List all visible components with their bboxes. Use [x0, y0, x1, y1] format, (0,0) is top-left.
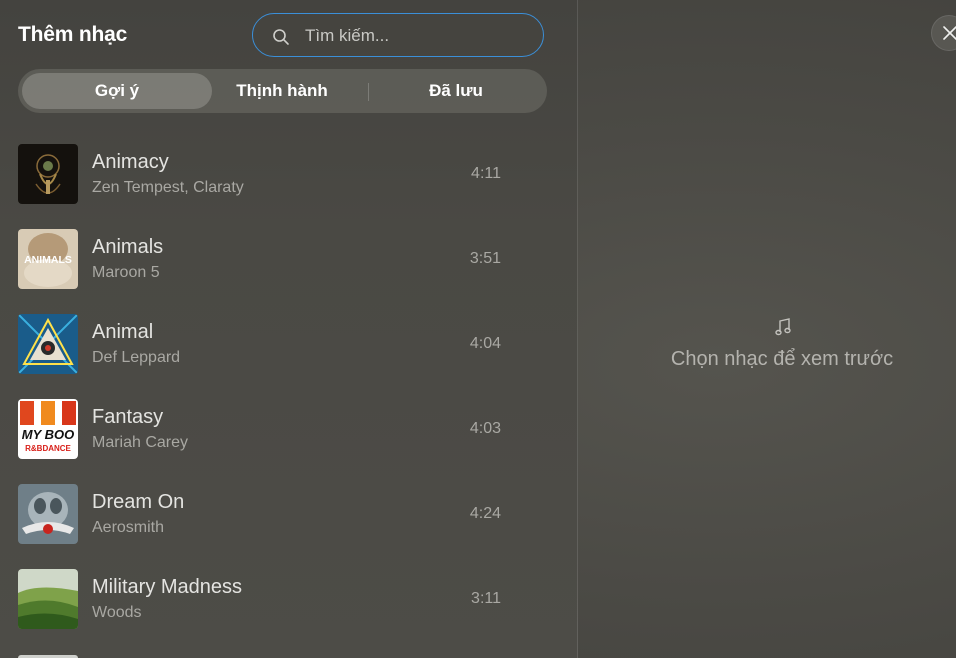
song-artist: Def Leppard [92, 349, 181, 366]
song-title: Animal [92, 321, 154, 343]
cover-subtext: R&BDANCE [25, 444, 71, 453]
search-box[interactable] [252, 13, 544, 57]
song-title: Fantasy [92, 406, 164, 428]
cover-text: MY BOO [22, 427, 75, 442]
song-duration: 4:03 [469, 420, 501, 437]
tab-bar: Gợi ý Thịnh hành Đã lưu [18, 69, 547, 113]
song-duration: 4:11 [471, 165, 501, 182]
song-item-partial[interactable] [0, 641, 560, 658]
song-item-animacy[interactable]: Animacy Zen Tempest, Claraty 4:11 [0, 131, 560, 216]
music-note-icon [775, 318, 791, 336]
close-icon [943, 26, 956, 40]
song-artist: Zen Tempest, Claraty [92, 179, 244, 196]
song-artist: Mariah Carey [92, 434, 189, 451]
album-cover: ANIMALS [18, 229, 78, 289]
tab-divider [368, 83, 369, 101]
song-title: Dream On [92, 491, 185, 513]
song-title: Animals [92, 236, 164, 258]
song-title: Animacy [92, 151, 169, 173]
song-artist: Woods [92, 604, 142, 621]
album-cover: MY BOO R&BDANCE [18, 399, 78, 459]
song-title: Military Madness [92, 576, 243, 598]
song-picker-panel: Thêm nhạc Gợi ý Thịnh hành Đã lưu [0, 0, 578, 658]
song-item-animal[interactable]: Animal Def Leppard 4:04 [0, 301, 560, 386]
tab-suggested[interactable]: Gợi ý [22, 73, 212, 109]
search-input[interactable] [303, 23, 527, 49]
dialog-title: Thêm nhạc [18, 23, 128, 46]
album-cover [18, 569, 78, 629]
album-cover [18, 144, 78, 204]
song-item-dream-on[interactable]: Dream On Aerosmith 4:24 [0, 471, 560, 556]
song-duration: 4:04 [469, 335, 501, 352]
song-duration: 3:11 [471, 590, 501, 607]
close-button[interactable] [931, 15, 956, 51]
song-duration: 3:51 [469, 250, 501, 267]
cover-text: ANIMALS [24, 254, 72, 266]
song-item-military-madness[interactable]: Military Madness Woods 3:11 [0, 556, 560, 641]
song-item-animals[interactable]: ANIMALS Animals Maroon 5 3:51 [0, 216, 560, 301]
tab-saved[interactable]: Đã lưu [370, 73, 542, 109]
song-artist: Maroon 5 [92, 264, 160, 281]
add-music-dialog: Thêm nhạc Gợi ý Thịnh hành Đã lưu [0, 0, 956, 658]
song-duration: 4:24 [469, 505, 501, 522]
song-item-fantasy[interactable]: MY BOO R&BDANCE Fantasy Mariah Carey 4:0… [0, 386, 560, 471]
preview-empty-text: Chọn nhạc để xem trước [670, 348, 894, 370]
album-cover [18, 314, 78, 374]
album-cover [18, 484, 78, 544]
song-artist: Aerosmith [92, 519, 165, 536]
tab-trending[interactable]: Thịnh hành [196, 73, 368, 109]
search-icon [273, 29, 289, 45]
